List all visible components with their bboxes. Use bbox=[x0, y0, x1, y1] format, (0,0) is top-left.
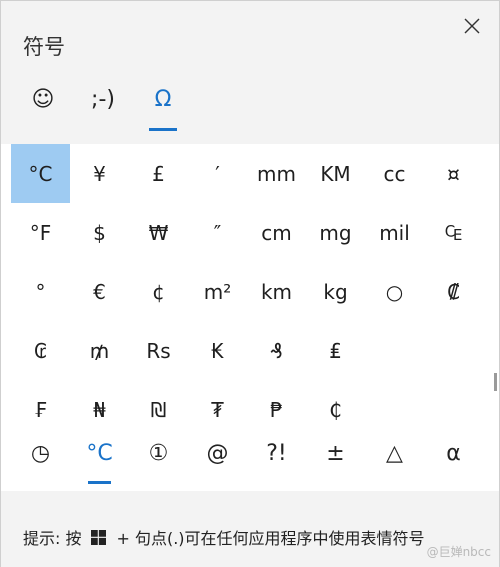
omega-icon: Ω bbox=[154, 87, 172, 112]
symbol-cell[interactable]: ₥ bbox=[70, 321, 129, 380]
symbol-cell[interactable]: ○ bbox=[365, 262, 424, 321]
symbol-cell[interactable]: ′ bbox=[188, 144, 247, 203]
symbol-panel: 符号 ☺ ;-) Ω °C ¥ £ ′ mm KM cc ¤ °F $ ₩ ″ cm mg mil ₠ ° € ¢ m² k… bbox=[0, 0, 500, 567]
tab-underline bbox=[29, 128, 57, 131]
symbol-cell[interactable]: ₱ bbox=[247, 380, 306, 431]
punctuation-icon: ?! bbox=[266, 441, 287, 466]
hint-prefix: 提示: 按 bbox=[23, 529, 82, 548]
symbol-cell[interactable]: ₡ bbox=[424, 262, 483, 321]
category-underline bbox=[147, 481, 170, 484]
symbol-cell bbox=[424, 321, 483, 380]
kaomoji-icon: ;-) bbox=[91, 87, 115, 112]
symbol-cell[interactable]: ₦ bbox=[70, 380, 129, 431]
symbol-cell[interactable]: mg bbox=[306, 203, 365, 262]
symbol-cell[interactable]: ¢ bbox=[129, 262, 188, 321]
symbol-cell[interactable]: °C bbox=[11, 144, 70, 203]
category-math[interactable]: ± bbox=[306, 431, 365, 491]
symbol-cell[interactable]: ₠ bbox=[424, 203, 483, 262]
category-circled-number[interactable]: ① bbox=[129, 431, 188, 491]
greek-letter-icon: α bbox=[446, 441, 461, 466]
smiley-icon: ☺ bbox=[31, 87, 55, 112]
hint-suffix: + 句点(.)可在任何应用程序中使用表情符号 bbox=[116, 529, 425, 548]
category-underline bbox=[265, 481, 288, 484]
symbol-cell[interactable]: KM bbox=[306, 144, 365, 203]
symbol-cell[interactable]: ¥ bbox=[70, 144, 129, 203]
symbol-cell[interactable]: °F bbox=[11, 203, 70, 262]
symbol-cell[interactable]: ₪ bbox=[129, 380, 188, 431]
category-unit-symbols[interactable]: °C bbox=[70, 431, 129, 491]
symbol-cell[interactable]: ° bbox=[11, 262, 70, 321]
category-punctuation[interactable]: ?! bbox=[247, 431, 306, 491]
symbol-cell bbox=[424, 380, 483, 431]
symbol-cell[interactable]: $ bbox=[70, 203, 129, 262]
tab-smiley[interactable]: ☺ bbox=[13, 83, 73, 133]
symbol-cell[interactable]: kg bbox=[306, 262, 365, 321]
triangle-icon: △ bbox=[386, 441, 403, 466]
symbol-cell[interactable]: Rs bbox=[129, 321, 188, 380]
close-button[interactable] bbox=[459, 13, 485, 39]
symbol-cell[interactable]: ₣ bbox=[11, 380, 70, 431]
symbol-cell[interactable]: ¤ bbox=[424, 144, 483, 203]
category-underline bbox=[88, 481, 111, 484]
symbol-cell[interactable]: £ bbox=[129, 144, 188, 203]
category-underline bbox=[442, 481, 465, 484]
tab-kaomoji[interactable]: ;-) bbox=[73, 83, 133, 133]
symbol-cell[interactable]: ₵ bbox=[306, 380, 365, 431]
symbol-cell[interactable]: ₩ bbox=[129, 203, 188, 262]
category-underline bbox=[383, 481, 406, 484]
top-tabs: ☺ ;-) Ω bbox=[13, 83, 193, 133]
at-sign-icon: @ bbox=[206, 441, 229, 466]
symbol-cell[interactable]: cc bbox=[365, 144, 424, 203]
symbol-cell bbox=[365, 321, 424, 380]
tab-underline bbox=[89, 128, 117, 131]
symbol-grid: °C ¥ £ ′ mm KM cc ¤ °F $ ₩ ″ cm mg mil ₠ ° € ¢ m² km kg ○ ₡ ₢ ₥ Rs… bbox=[11, 144, 483, 431]
math-icon: ± bbox=[326, 441, 345, 466]
symbol-cell[interactable]: € bbox=[70, 262, 129, 321]
category-clock[interactable]: ◷ bbox=[11, 431, 70, 491]
scrollbar-thumb[interactable] bbox=[494, 373, 497, 391]
category-at-sign[interactable]: @ bbox=[188, 431, 247, 491]
category-greek-letter[interactable]: α bbox=[424, 431, 483, 491]
symbol-cell[interactable]: mil bbox=[365, 203, 424, 262]
symbol-cell[interactable]: mm bbox=[247, 144, 306, 203]
windows-logo-icon bbox=[91, 529, 107, 545]
category-underline bbox=[324, 481, 347, 484]
symbol-cell[interactable]: m² bbox=[188, 262, 247, 321]
unit-symbols-icon: °C bbox=[86, 441, 113, 466]
clock-icon: ◷ bbox=[30, 441, 51, 466]
symbol-cell[interactable]: ″ bbox=[188, 203, 247, 262]
symbol-cell[interactable]: km bbox=[247, 262, 306, 321]
circled-number-icon: ① bbox=[148, 441, 169, 466]
symbol-cell bbox=[365, 380, 424, 431]
symbol-cell[interactable]: ₰ bbox=[247, 321, 306, 380]
footer: 提示: 按 + 句点(.)可在任何应用程序中使用表情符号 @巨婵nbcc bbox=[1, 497, 499, 567]
category-underline bbox=[206, 481, 229, 484]
symbol-cell[interactable]: cm bbox=[247, 203, 306, 262]
category-triangle[interactable]: △ bbox=[365, 431, 424, 491]
page-title: 符号 bbox=[23, 35, 65, 59]
symbol-grid-area: °C ¥ £ ′ mm KM cc ¤ °F $ ₩ ″ cm mg mil ₠ ° € ¢ m² km kg ○ ₡ ₢ ₥ Rs… bbox=[1, 144, 499, 431]
tab-omega[interactable]: Ω bbox=[133, 83, 193, 133]
category-tabs: ◷ °C ① @?! ± △ α bbox=[11, 431, 491, 491]
close-icon bbox=[464, 18, 480, 34]
symbol-cell[interactable]: ₤ bbox=[306, 321, 365, 380]
hint-text: 提示: 按 + 句点(.)可在任何应用程序中使用表情符号 bbox=[23, 525, 425, 549]
symbol-cell[interactable]: ₭ bbox=[188, 321, 247, 380]
panel-header: 符号 ☺ ;-) Ω bbox=[1, 1, 499, 144]
symbol-cell[interactable]: ₮ bbox=[188, 380, 247, 431]
category-underline bbox=[29, 481, 52, 484]
watermark: @巨婵nbcc bbox=[426, 545, 491, 559]
tab-underline bbox=[149, 128, 177, 131]
symbol-cell[interactable]: ₢ bbox=[11, 321, 70, 380]
